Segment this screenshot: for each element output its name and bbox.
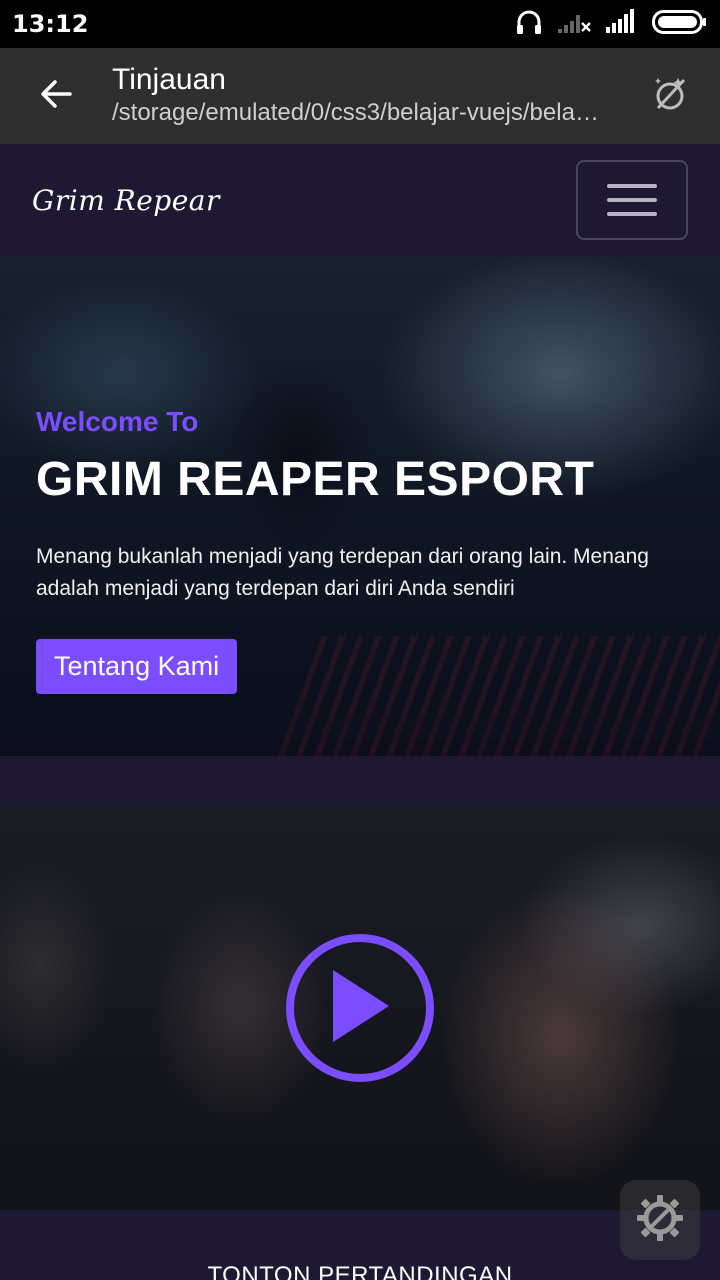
signal-icon bbox=[606, 8, 638, 40]
theme-toggle-button[interactable] bbox=[620, 48, 720, 144]
floating-settings-button[interactable] bbox=[620, 1180, 700, 1260]
hero-content: Welcome To GRIM REAPER ESPORT Menang buk… bbox=[36, 406, 696, 694]
hero-section: Welcome To GRIM REAPER ESPORT Menang buk… bbox=[0, 256, 720, 756]
hamburger-icon-line bbox=[607, 212, 657, 216]
hamburger-icon-line bbox=[607, 198, 657, 202]
back-button[interactable] bbox=[0, 48, 112, 144]
navbar-toggler-button[interactable] bbox=[576, 160, 688, 240]
hero-text: Menang bukanlah menjadi yang terdepan da… bbox=[36, 545, 649, 600]
status-bar: 13:12 bbox=[0, 0, 720, 48]
status-icons bbox=[514, 7, 708, 42]
signal-x-icon bbox=[558, 9, 592, 40]
about-us-button[interactable]: Tentang Kami bbox=[36, 639, 238, 694]
file-path: /storage/emulated/0/css3/belajar-vuejs/b… bbox=[112, 99, 602, 126]
video-section bbox=[0, 806, 720, 1210]
play-button[interactable] bbox=[286, 934, 434, 1082]
site-navbar: Grim Repear bbox=[0, 144, 720, 256]
app-title: Tinjauan bbox=[112, 63, 226, 96]
gear-wrench-icon bbox=[634, 1192, 686, 1249]
play-icon bbox=[325, 966, 395, 1051]
hero-title: GRIM REAPER ESPORT bbox=[36, 453, 595, 506]
headphones-icon bbox=[514, 7, 544, 42]
app-bar: Tinjauan /storage/emulated/0/css3/belaja… bbox=[0, 48, 720, 144]
battery-icon bbox=[652, 9, 708, 40]
section-title: TONTON PERTANDINGAN bbox=[207, 1262, 513, 1280]
arrow-left-icon bbox=[38, 76, 74, 117]
brand-logo[interactable]: Grim Repear bbox=[32, 184, 220, 217]
title-block: Tinjauan /storage/emulated/0/css3/belaja… bbox=[112, 63, 620, 129]
theme-toggle-icon bbox=[648, 72, 692, 121]
hero-eyebrow: Welcome To bbox=[36, 406, 199, 437]
status-time: 13:12 bbox=[12, 10, 89, 38]
hamburger-icon-line bbox=[607, 184, 657, 188]
